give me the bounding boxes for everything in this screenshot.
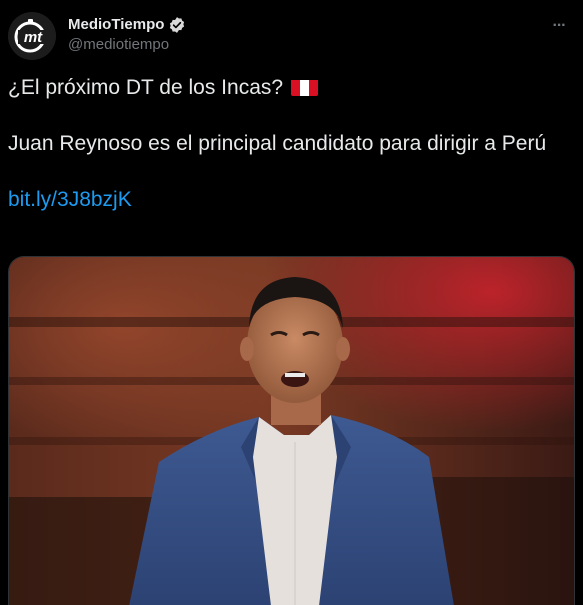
tweet-line-question: ¿El próximo DT de los Incas? [8,74,568,102]
author-handle[interactable]: @mediotiempo [68,35,186,55]
avatar[interactable]: mt [8,12,56,60]
tweet-line-link-wrap: bit.ly/3J8bzjK [8,186,568,214]
tweet-text: ¿El próximo DT de los Incas? Juan Reynos… [8,74,568,214]
peru-flag-icon [291,78,319,96]
tweet-media-photo[interactable] [8,256,575,605]
tweet-question-text: ¿El próximo DT de los Incas? [8,76,284,99]
author-names: MedioTiempo @mediotiempo [68,15,186,55]
verified-badge-icon [168,16,186,34]
mediotiempo-logo-icon: mt [8,12,56,60]
more-options-button[interactable]: ··· [547,16,571,36]
avatar-logo-text: mt [24,29,43,46]
tweet-header: mt MedioTiempo @mediotiempo ··· [8,12,575,64]
author-display-name[interactable]: MedioTiempo [68,15,164,35]
tweet-link[interactable]: bit.ly/3J8bzjK [8,188,132,211]
tweet-line-body: Juan Reynoso es el principal candidato p… [8,132,547,155]
more-options-icon: ··· [552,17,567,34]
coach-photo-icon [9,257,574,605]
tweet-card[interactable]: mt MedioTiempo @mediotiempo ··· ¿El próx… [0,0,583,605]
